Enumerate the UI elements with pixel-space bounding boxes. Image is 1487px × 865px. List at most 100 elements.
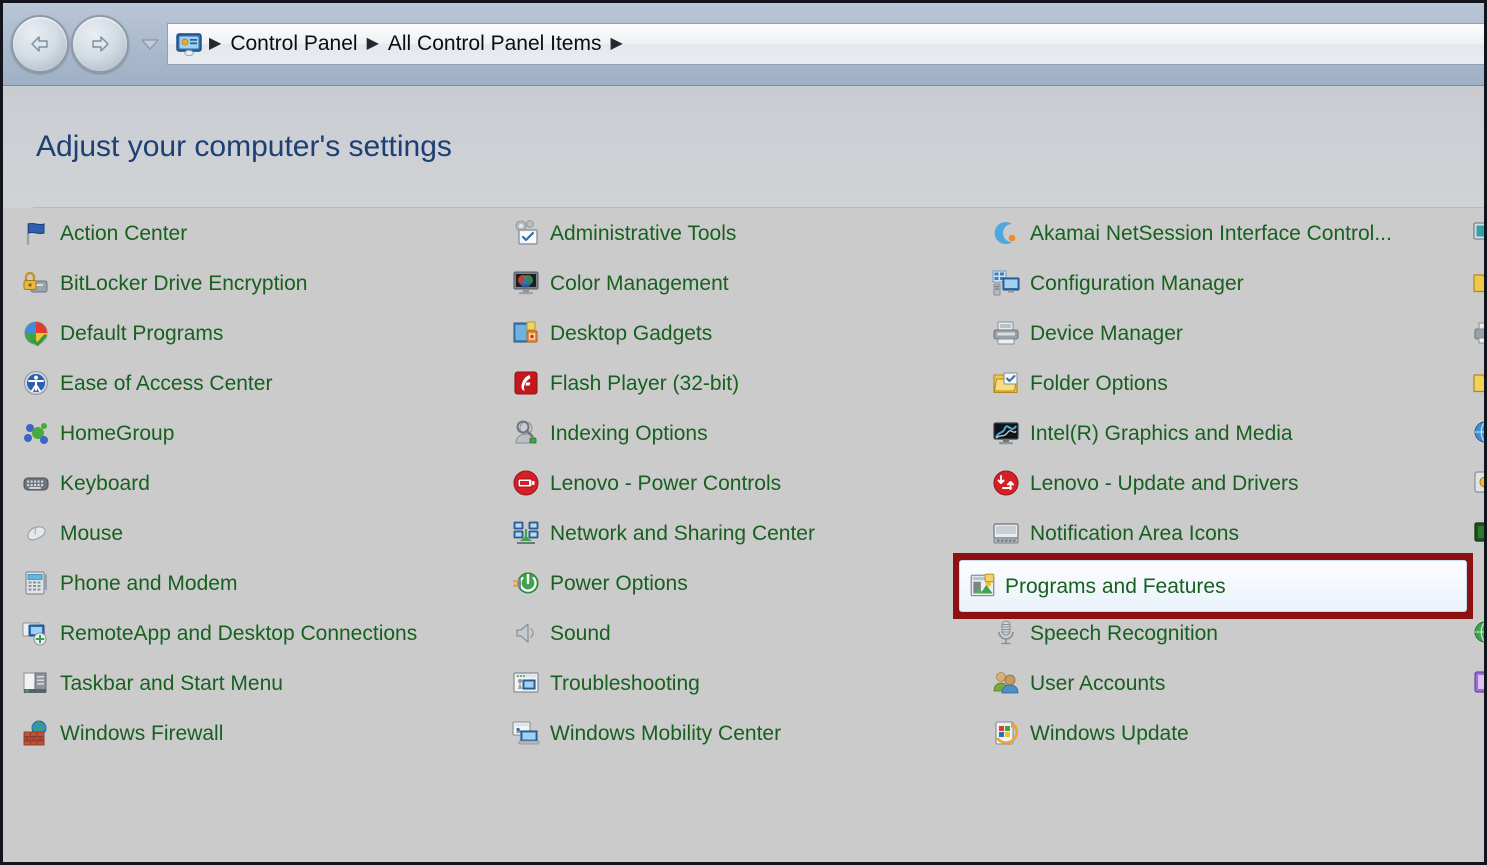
cp-item-notification-area-icons[interactable]: Notification Area Icons	[991, 508, 1471, 558]
cp-item-default-programs[interactable]: Default Programs	[21, 308, 491, 358]
power-options-icon	[511, 568, 541, 598]
cp-item-remoteapp-and-desktop-connections[interactable]: RemoteApp and Desktop Connections	[21, 608, 491, 658]
chevron-down-icon	[141, 39, 159, 50]
cp-item-label: Intel(R) Graphics and Media	[1030, 421, 1293, 445]
cp-item-intel-graphics-and-media[interactable]: Intel(R) Graphics and Media	[991, 408, 1471, 458]
column-3: Akamai NetSession Interface Control... C…	[991, 208, 1471, 758]
programs-features-icon	[968, 571, 998, 601]
lock-drive-icon	[21, 268, 51, 298]
cp-item-windows-firewall[interactable]: Windows Firewall	[21, 708, 491, 758]
cp-item-keyboard[interactable]: Keyboard	[21, 458, 491, 508]
cp-item-label: Desktop Gadgets	[550, 321, 713, 345]
cp-item-akamai-netsession[interactable]: Akamai NetSession Interface Control...	[991, 208, 1471, 258]
back-button[interactable]	[11, 15, 69, 73]
cp-item-label: RemoteApp and Desktop Connections	[60, 621, 418, 645]
page-title: Adjust your computer's settings	[36, 130, 452, 163]
control-panel-icon	[176, 33, 202, 57]
cp-item-device-manager[interactable]: Device Manager	[991, 308, 1471, 358]
cp-item-windows-update[interactable]: Windows Update	[991, 708, 1471, 758]
window-chrome: ▶ Control Panel ▶ All Control Panel Item…	[3, 3, 1484, 86]
personalization-icon	[1471, 668, 1484, 698]
cp-item-clipped-6[interactable]	[1471, 458, 1484, 508]
cp-item-label: Notification Area Icons	[1030, 521, 1239, 545]
cp-item-homegroup[interactable]: HomeGroup	[21, 408, 491, 458]
flag-icon	[21, 218, 51, 248]
flash-player-icon	[511, 368, 541, 398]
cp-item-user-accounts[interactable]: User Accounts	[991, 658, 1471, 708]
cp-item-network-and-sharing-center[interactable]: Network and Sharing Center	[511, 508, 981, 558]
cp-item-label: BitLocker Drive Encryption	[60, 271, 308, 295]
desktop-gadgets-icon	[511, 318, 541, 348]
speaker-icon	[511, 618, 541, 648]
cp-item-flash-player[interactable]: Flash Player (32-bit)	[511, 358, 981, 408]
cp-item-clipped-10[interactable]	[1471, 658, 1484, 708]
cp-item-bitlocker-drive-encryption[interactable]: BitLocker Drive Encryption	[21, 258, 491, 308]
dark-green-icon	[1471, 518, 1484, 548]
breadcrumb-separator-1[interactable]: ▶	[364, 36, 382, 52]
mobility-center-icon	[511, 718, 541, 748]
admin-tools-icon	[511, 218, 541, 248]
folder-icon	[1471, 268, 1484, 298]
cp-item-configuration-manager[interactable]: Configuration Manager	[991, 258, 1471, 308]
breadcrumb-control-panel[interactable]: Control Panel	[224, 32, 363, 56]
breadcrumb-all-control-panel-items[interactable]: All Control Panel Items	[382, 32, 608, 56]
cp-item-label: Phone and Modem	[60, 571, 238, 595]
cp-item-ease-of-access-center[interactable]: Ease of Access Center	[21, 358, 491, 408]
breadcrumb-separator-2[interactable]: ▶	[607, 36, 625, 52]
cp-item-windows-mobility-center[interactable]: Windows Mobility Center	[511, 708, 981, 758]
cp-item-label: Folder Options	[1030, 371, 1168, 395]
color-management-icon	[511, 268, 541, 298]
cp-item-clipped-9[interactable]	[1471, 608, 1484, 658]
indexing-options-icon	[511, 418, 541, 448]
cp-item-action-center[interactable]: Action Center	[21, 208, 491, 258]
phone-modem-icon	[21, 568, 51, 598]
control-panel-items-grid: Action Center BitLocker Drive Encryption	[3, 208, 1484, 862]
cp-item-programs-and-features[interactable]: Programs and Features	[959, 560, 1467, 612]
cp-item-folder-options[interactable]: Folder Options	[991, 358, 1471, 408]
cp-item-label: Indexing Options	[550, 421, 708, 445]
mouse-icon	[21, 518, 51, 548]
cp-item-label: Power Options	[550, 571, 688, 595]
folder-yellow-icon	[1471, 368, 1484, 398]
column-4-clipped	[1471, 208, 1484, 708]
cp-item-troubleshooting[interactable]: Troubleshooting	[511, 658, 981, 708]
devices-printers-icon	[1471, 318, 1484, 348]
lenovo-update-icon	[991, 468, 1021, 498]
microphone-icon	[991, 618, 1021, 648]
history-dropdown-button[interactable]	[139, 37, 161, 51]
cp-item-label: Keyboard	[60, 471, 150, 495]
cp-item-label: User Accounts	[1030, 671, 1166, 695]
cp-item-sound[interactable]: Sound	[511, 608, 981, 658]
display-icon	[1471, 218, 1484, 248]
cp-item-label: Mouse	[60, 521, 124, 545]
cp-item-clipped-5[interactable]	[1471, 408, 1484, 458]
cp-item-clipped-7[interactable]	[1471, 508, 1484, 558]
cp-item-administrative-tools[interactable]: Administrative Tools	[511, 208, 981, 258]
control-panel-window: ▶ Control Panel ▶ All Control Panel Item…	[0, 0, 1487, 865]
cp-item-taskbar-and-start-menu[interactable]: Taskbar and Start Menu	[21, 658, 491, 708]
cp-item-clipped-1[interactable]	[1471, 208, 1484, 258]
device-manager-icon	[991, 318, 1021, 348]
forward-button[interactable]	[71, 15, 129, 73]
cp-item-clipped-3[interactable]	[1471, 308, 1484, 358]
cp-item-label: Color Management	[550, 271, 729, 295]
cp-item-mouse[interactable]: Mouse	[21, 508, 491, 558]
cp-item-power-options[interactable]: Power Options	[511, 558, 981, 608]
cp-item-label: Lenovo - Power Controls	[550, 471, 782, 495]
globe-icon	[1471, 618, 1484, 648]
cp-item-label: Sound	[550, 621, 611, 645]
address-bar[interactable]: ▶ Control Panel ▶ All Control Panel Item…	[167, 23, 1484, 65]
cp-item-lenovo-power-controls[interactable]: Lenovo - Power Controls	[511, 458, 981, 508]
cp-item-color-management[interactable]: Color Management	[511, 258, 981, 308]
cp-item-label: Troubleshooting	[550, 671, 700, 695]
cp-item-phone-and-modem[interactable]: Phone and Modem	[21, 558, 491, 608]
cp-item-label: Ease of Access Center	[60, 371, 273, 395]
cp-item-indexing-options[interactable]: Indexing Options	[511, 408, 981, 458]
cp-item-clipped-4[interactable]	[1471, 358, 1484, 408]
cp-item-label: Speech Recognition	[1030, 621, 1218, 645]
cp-item-lenovo-update-and-drivers[interactable]: Lenovo - Update and Drivers	[991, 458, 1471, 508]
cp-item-clipped-2[interactable]	[1471, 258, 1484, 308]
cp-item-desktop-gadgets[interactable]: Desktop Gadgets	[511, 308, 981, 358]
homegroup-icon	[21, 418, 51, 448]
firewall-icon	[21, 718, 51, 748]
